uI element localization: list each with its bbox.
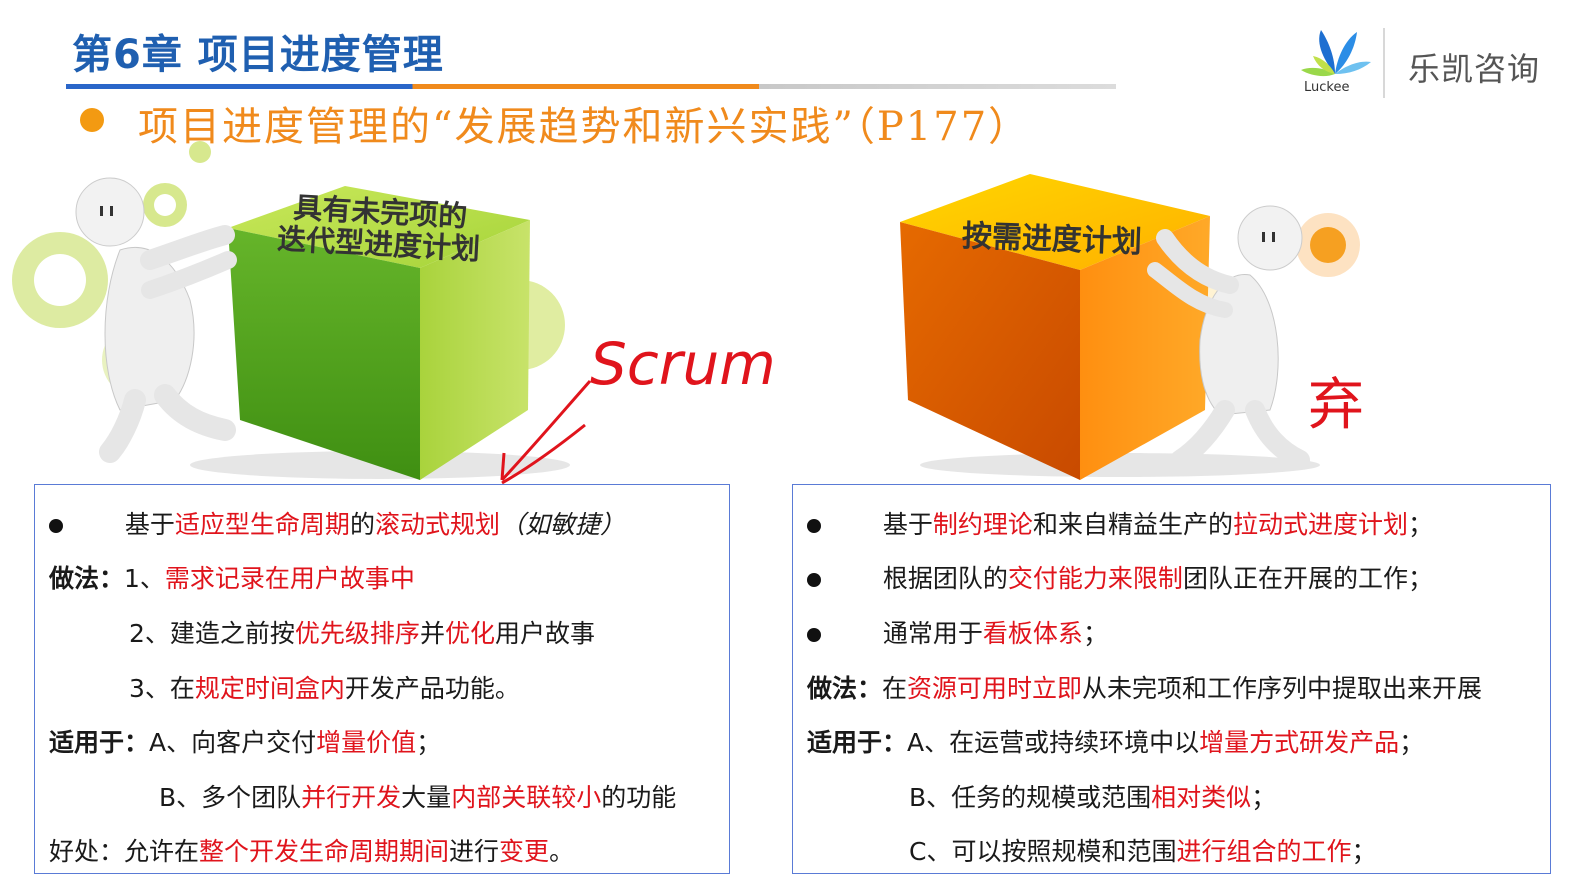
decor-circle <box>189 141 211 163</box>
text-segment: （如敏捷） <box>499 510 625 539</box>
left-bullet-1: 基于适应型生命周期的滚动式规划（如敏捷） <box>49 505 625 541</box>
left-benefit: 好处：允许在整个开发生命周期期间进行变更。 <box>49 832 574 868</box>
text-segment: A、向客户交付 <box>149 728 317 757</box>
right-method: 做法：在资源可用时立即从未完项和工作序列中提取出来开展 <box>807 669 1482 705</box>
bullet-dot-icon <box>807 573 821 587</box>
method-label: 做法： <box>807 674 883 703</box>
text-segment: ； <box>1399 728 1425 757</box>
text-segment: 用户故事 <box>494 619 595 648</box>
right-apply-1: 适用于：A、在运营或持续环境中以增量方式研发产品； <box>807 723 1424 759</box>
apply-label: 适用于： <box>807 728 908 757</box>
left-text-box: 基于适应型生命周期的滚动式规划（如敏捷） 做法：1、需求记录在用户故事中 2、建… <box>34 484 730 874</box>
highlight-text: 内部关联较小 <box>451 783 602 812</box>
chapter-title: 第6章 项目进度管理 <box>72 32 444 78</box>
decor-circle <box>154 194 176 216</box>
text-segment: 和来自精益生产的 <box>1032 510 1233 539</box>
text-segment: 3、在 <box>129 674 195 703</box>
right-bullet-2: 根据团队的交付能力来限制团队正在开展的工作； <box>807 559 1433 595</box>
highlight-text: 交付能力来限制 <box>1007 564 1183 593</box>
logo-name: 乐凯咨询 <box>1408 50 1541 88</box>
highlight-text: 变更 <box>499 837 550 866</box>
text-segment: 的功能 <box>601 783 677 812</box>
left-method-2: 2、建造之前按优先级排序并优化用户故事 <box>129 614 595 650</box>
text-segment: 基于 <box>882 510 933 539</box>
text-segment: 进行 <box>449 837 500 866</box>
highlight-text: 增量方式研发产品 <box>1199 728 1400 757</box>
highlight-text: 适应型生命周期 <box>174 510 350 539</box>
highlight-text: 规定时间盒内 <box>194 674 345 703</box>
highlight-text: 制约理论 <box>932 510 1033 539</box>
highlight-text: 并行开发 <box>301 783 402 812</box>
left-apply-2: B、多个团队并行开发大量内部关联较小的功能 <box>159 778 676 814</box>
highlight-text: 增量价值 <box>316 728 417 757</box>
text-segment: 根据团队的 <box>882 564 1008 593</box>
text-segment: 团队正在开展的工作； <box>1182 564 1433 593</box>
right-text-box: 基于制约理论和来自精益生产的拉动式进度计划； 根据团队的交付能力来限制团队正在开… <box>792 484 1551 874</box>
text-segment: 基于 <box>124 510 175 539</box>
highlight-text: 优化 <box>444 619 495 648</box>
text-segment: ； <box>1351 837 1377 866</box>
decor-circle <box>34 254 86 306</box>
subtitle-bullet-icon <box>80 108 104 132</box>
highlight-text: 相对类似 <box>1151 783 1252 812</box>
text-segment: ； <box>1082 619 1108 648</box>
highlight-text: 滚动式规划 <box>374 510 500 539</box>
text-segment: 从未完项和工作序列中提取出来开展 <box>1082 674 1483 703</box>
text-segment: 大量 <box>401 783 452 812</box>
text-segment: B、多个团队 <box>159 783 302 812</box>
text-segment: 通常用于 <box>882 619 983 648</box>
left-method-3: 3、在规定时间盒内开发产品功能。 <box>129 669 520 705</box>
text-segment: 好处：允许在 <box>49 837 200 866</box>
right-apply-2: B、任务的规模或范围相对类似； <box>909 778 1276 814</box>
handwritten-char: 弃 <box>1308 373 1364 438</box>
handwritten-arrow-icon <box>500 380 592 485</box>
luckee-logo-icon <box>1301 30 1371 77</box>
decor-circle <box>1310 227 1346 263</box>
highlight-text: 整个开发生命周期期间 <box>199 837 450 866</box>
method-label: 做法： <box>49 564 125 593</box>
text-segment: 的 <box>349 510 375 539</box>
handwritten-scrum: Scrum <box>590 330 776 398</box>
highlight-text: 资源可用时立即 <box>907 674 1083 703</box>
left-method-1: 做法：1、需求记录在用户故事中 <box>49 559 415 595</box>
logo-divider <box>1383 28 1385 98</box>
apply-label: 适用于： <box>49 728 150 757</box>
text-segment: A、在运营或持续环境中以 <box>907 728 1200 757</box>
text-segment: ； <box>1407 510 1433 539</box>
left-apply-1: 适用于：A、向客户交付增量价值； <box>49 723 441 759</box>
logo-wordmark: Luckee <box>1304 80 1350 95</box>
text-segment: 开发产品功能。 <box>344 674 520 703</box>
right-apply-3: C、可以按照规模和范围进行组合的工作； <box>909 832 1377 868</box>
right-cube-label: 按需进度计划 <box>961 218 1143 261</box>
highlight-text: 需求记录在用户故事中 <box>164 564 415 593</box>
text-segment: B、任务的规模或范围 <box>909 783 1152 812</box>
highlight-text: 拉动式进度计划 <box>1232 510 1408 539</box>
bullet-dot-icon <box>807 519 821 533</box>
green-cube-front <box>228 228 420 480</box>
text-segment: 在 <box>882 674 908 703</box>
highlight-text: 看板体系 <box>982 619 1083 648</box>
text-segment: 2、建造之前按 <box>129 619 295 648</box>
highlight-text: 优先级排序 <box>294 619 420 648</box>
text-segment: 并 <box>419 619 445 648</box>
left-cube-label: 具有未完项的 迭代型进度计划 <box>276 190 482 266</box>
right-bullet-3: 通常用于看板体系； <box>807 614 1108 650</box>
text-segment: 。 <box>549 837 575 866</box>
text-segment: C、可以按照规模和范围 <box>909 837 1177 866</box>
bullet-dot-icon <box>807 628 821 642</box>
title-rule <box>66 84 1116 89</box>
highlight-text: 进行组合的工作 <box>1176 837 1352 866</box>
bullet-dot-icon <box>49 519 63 533</box>
text-segment: ； <box>1251 783 1277 812</box>
text-segment: 1、 <box>124 564 165 593</box>
right-bullet-1: 基于制约理论和来自精益生产的拉动式进度计划； <box>807 505 1433 541</box>
text-segment: ； <box>416 728 442 757</box>
